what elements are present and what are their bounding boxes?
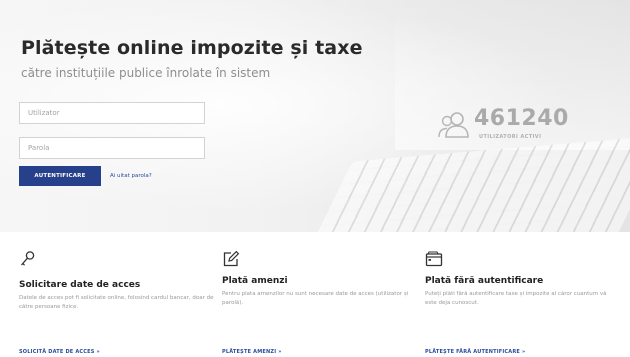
page-title: Plătește online impozite și taxe <box>21 37 363 59</box>
active-users-count: 461240 <box>474 106 569 131</box>
pay-fines-link[interactable]: PLĂTEȘTE AMENZI » <box>222 349 282 355</box>
card-pay-fines: Plată amenzi Pentru plata amenzilor nu s… <box>222 250 417 355</box>
forgot-password-link[interactable]: Ai uitat parola? <box>110 173 152 179</box>
card-title: Solicitare date de acces <box>19 280 141 290</box>
password-input[interactable] <box>19 137 205 159</box>
edit-icon <box>223 250 240 267</box>
pay-without-login-link[interactable]: PLĂTEȘTE FĂRĂ AUTENTIFICARE » <box>425 349 525 355</box>
card-pay-without-login: Plată fără autentificare Puteți plăti fă… <box>425 250 620 355</box>
hero-banner: Plătește online impozite și taxe către i… <box>0 0 630 232</box>
active-users-label: UTILIZATORI ACTIVI <box>479 134 542 140</box>
wallet-icon <box>425 251 443 267</box>
card-description: Puteți plăti fără autentificare taxe și … <box>425 291 607 306</box>
request-access-link[interactable]: SOLICITĂ DATE DE ACCES » <box>19 349 100 355</box>
users-icon <box>438 112 469 138</box>
key-icon <box>21 251 35 266</box>
login-button[interactable]: AUTENTIFICARE <box>19 166 101 186</box>
card-description: Pentru plata amenzilor nu sunt necesare … <box>222 291 409 306</box>
card-description: Datele de acces pot fi solicitate online… <box>19 295 214 310</box>
page-subtitle: către instituțiile publice înrolate în s… <box>21 66 271 80</box>
username-input[interactable] <box>19 102 205 124</box>
card-title: Plată fără autentificare <box>425 276 544 286</box>
card-request-access: Solicitare date de acces Datele de acces… <box>19 250 214 355</box>
card-title: Plată amenzi <box>222 276 288 286</box>
